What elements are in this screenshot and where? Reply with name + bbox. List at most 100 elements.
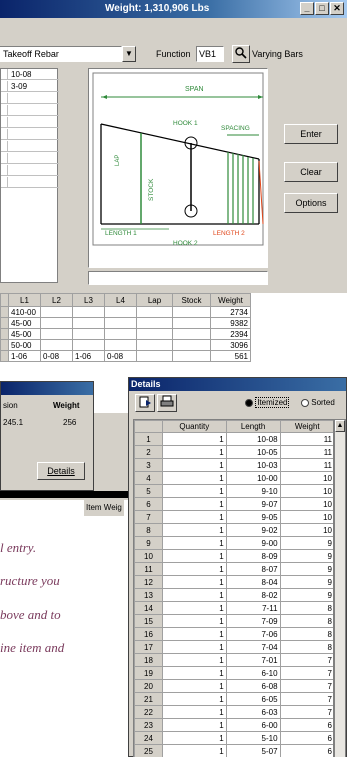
maximize-button[interactable]: □ — [315, 2, 329, 15]
details-cell[interactable]: 9 — [279, 588, 333, 602]
grid-cell[interactable] — [72, 328, 105, 340]
radio-itemized[interactable]: Itemized — [245, 395, 290, 411]
details-cell[interactable]: 1 — [162, 614, 227, 628]
details-row[interactable]: 21 1 6-05 7 — [134, 692, 333, 706]
details-cell[interactable]: 10 — [279, 510, 333, 524]
details-cell[interactable]: 6-05 — [225, 692, 281, 706]
details-cell[interactable]: 7 — [279, 666, 333, 680]
details-row[interactable]: 10 1 8-09 9 — [134, 549, 333, 563]
grid-cell[interactable]: 45-00 — [8, 317, 41, 329]
grid-row[interactable]: 50-00 3096 — [0, 339, 251, 351]
details-cell[interactable]: 7 — [279, 653, 333, 667]
grid-cell[interactable]: 9382 — [210, 317, 251, 329]
grid-row[interactable]: 45-00 9382 — [0, 317, 251, 329]
details-cell[interactable]: 8 — [279, 627, 333, 641]
grid-cell[interactable] — [136, 339, 173, 351]
details-cell[interactable]: 10 — [279, 471, 333, 485]
grid-header-weight[interactable]: Weight — [210, 293, 251, 307]
grid-cell[interactable]: 2394 — [210, 328, 251, 340]
grid-header-l4[interactable]: L4 — [104, 293, 137, 307]
details-row[interactable]: 2 1 10-05 11 — [134, 445, 333, 459]
search-icon[interactable] — [232, 45, 250, 63]
grid-header-lap[interactable]: Lap — [136, 293, 173, 307]
details-cell[interactable]: 6-00 — [225, 718, 281, 732]
grid-cell[interactable] — [136, 317, 173, 329]
details-row[interactable]: 16 1 7-06 8 — [134, 627, 333, 641]
details-cell[interactable]: 11 — [279, 445, 333, 459]
grid-cell[interactable]: 2734 — [210, 306, 251, 318]
grid-cell[interactable] — [40, 306, 73, 318]
details-row[interactable]: 12 1 8-04 9 — [134, 575, 333, 589]
grid-cell[interactable] — [136, 306, 173, 318]
details-cell[interactable]: 10-05 — [225, 445, 281, 459]
details-cell[interactable]: 6 — [279, 744, 333, 757]
left-list-row[interactable]: 10-08 — [1, 69, 59, 80]
grid-cell[interactable] — [104, 317, 137, 329]
details-cell[interactable]: 1 — [162, 432, 227, 446]
details-row[interactable]: 20 1 6-08 7 — [134, 679, 333, 693]
grid-header-l1[interactable]: L1 — [8, 293, 41, 307]
details-cell[interactable]: 7-09 — [225, 614, 281, 628]
close-button[interactable]: ✕ — [330, 2, 344, 15]
details-cell[interactable]: 8-09 — [225, 549, 281, 563]
details-cell[interactable]: 9-10 — [225, 484, 281, 498]
details-row[interactable]: 14 1 7-11 8 — [134, 601, 333, 615]
minimize-button[interactable]: _ — [300, 2, 314, 15]
details-row[interactable]: 23 1 6-00 6 — [134, 718, 333, 732]
grid-row[interactable]: 45-00 2394 — [0, 328, 251, 340]
details-cell[interactable]: 9-07 — [225, 497, 281, 511]
details-cell[interactable]: 1 — [162, 679, 227, 693]
left-list-row[interactable] — [1, 177, 59, 188]
grid-cell[interactable] — [172, 350, 211, 362]
grid-cell[interactable] — [136, 328, 173, 340]
grid-cell[interactable]: 50-00 — [8, 339, 41, 351]
details-cell[interactable]: 6-03 — [225, 705, 281, 719]
details-cell[interactable]: 10-08 — [225, 432, 281, 446]
left-list-row[interactable] — [1, 93, 59, 104]
left-list-row[interactable] — [1, 129, 59, 140]
print-icon[interactable] — [157, 394, 177, 412]
job-combo[interactable]: Takeoff Rebar — [0, 46, 122, 62]
left-list-row[interactable] — [1, 165, 59, 176]
details-cell[interactable]: 10 — [279, 497, 333, 511]
details-cell[interactable]: 7 — [279, 679, 333, 693]
grid-cell[interactable]: 1-06 — [8, 350, 41, 362]
details-cell[interactable]: 7-01 — [225, 653, 281, 667]
grid-cell[interactable] — [172, 328, 211, 340]
details-cell[interactable]: 1 — [162, 718, 227, 732]
details-cell[interactable]: 1 — [162, 458, 227, 472]
grid-cell[interactable] — [136, 350, 173, 362]
details-cell[interactable]: 5-07 — [225, 744, 281, 757]
details-cell[interactable]: 6 — [279, 718, 333, 732]
grid-cell[interactable] — [40, 328, 73, 340]
details-cell[interactable]: 1 — [162, 601, 227, 615]
details-cell[interactable]: 8-04 — [225, 575, 281, 589]
left-list-row[interactable]: 3-09 — [1, 81, 59, 92]
details-row[interactable]: 1 1 10-08 11 — [134, 432, 333, 446]
details-cell[interactable]: 1 — [162, 549, 227, 563]
details-cell[interactable]: 1 — [162, 588, 227, 602]
grid-header-stock[interactable]: Stock — [172, 293, 211, 307]
details-cell[interactable]: 10-03 — [225, 458, 281, 472]
details-cell[interactable]: 9 — [279, 536, 333, 550]
left-list-row[interactable] — [1, 141, 59, 152]
chevron-down-icon[interactable]: ▼ — [122, 46, 136, 62]
details-cell[interactable]: 6-08 — [225, 679, 281, 693]
grid-cell[interactable] — [72, 317, 105, 329]
function-input[interactable]: VB1 — [196, 46, 224, 62]
details-cell[interactable]: 1 — [162, 575, 227, 589]
details-cell[interactable]: 1 — [162, 497, 227, 511]
details-cell[interactable]: 6 — [279, 731, 333, 745]
details-cell[interactable]: 10 — [279, 523, 333, 537]
details-cell[interactable]: 8-02 — [225, 588, 281, 602]
details-cell[interactable]: 6-10 — [225, 666, 281, 680]
details-cell[interactable]: 8 — [279, 640, 333, 654]
details-cell[interactable]: 9 — [279, 562, 333, 576]
options-button[interactable]: Options — [284, 193, 338, 213]
scroll-up-icon[interactable]: ▲ — [335, 420, 345, 432]
grid-cell[interactable] — [104, 306, 137, 318]
grid-cell[interactable] — [40, 317, 73, 329]
grid-header-l2[interactable]: L2 — [40, 293, 73, 307]
left-list-row[interactable] — [1, 105, 59, 116]
details-row[interactable]: 7 1 9-05 10 — [134, 510, 333, 524]
